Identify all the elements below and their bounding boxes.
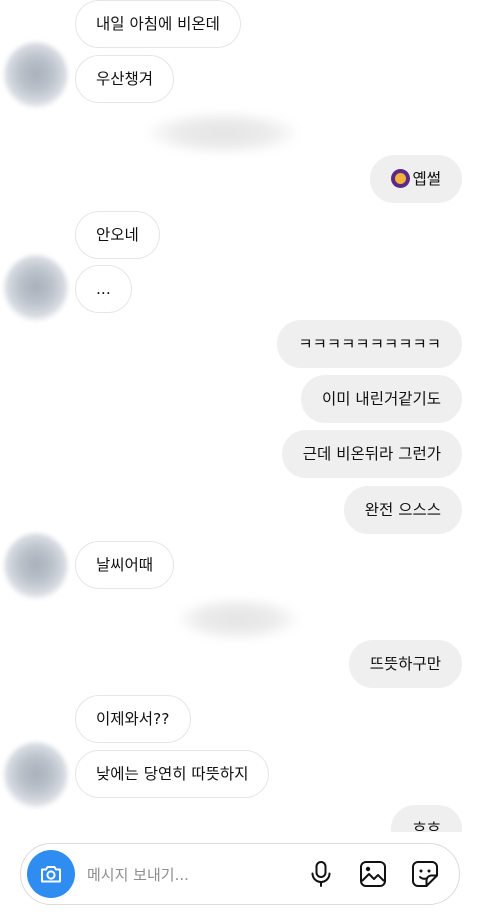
message-composer: [20, 843, 460, 905]
message-text: 근데 비온뒤라 그런가: [302, 445, 441, 463]
message-bubble-outgoing[interactable]: 흐흐: [391, 805, 462, 832]
message-bubble-incoming[interactable]: 이제와서??: [75, 695, 191, 743]
message-bubble-incoming[interactable]: 낮에는 당연히 따뜻하지: [75, 750, 270, 798]
sender-avatar[interactable]: [4, 742, 68, 808]
sender-avatar[interactable]: [4, 533, 68, 599]
message-bubble-outgoing[interactable]: ㅋㅋㅋㅋㅋㅋㅋㅋㅋㅋ: [277, 320, 462, 368]
blurred-timestamp: [148, 112, 298, 154]
dm-screen: 내일 아침에 비온데 우산챙겨 옙썰 안오네 ... ㅋㅋㅋㅋㅋㅋㅋㅋㅋㅋ 이미…: [0, 0, 480, 924]
message-text: 내일 아침에 비온데: [96, 15, 220, 33]
message-text: 안오네: [96, 226, 139, 244]
message-text: ...: [96, 280, 111, 298]
blurred-timestamp: [178, 598, 298, 640]
message-text: 완전 으스스: [364, 501, 441, 519]
message-bubble-incoming[interactable]: 안오네: [75, 211, 160, 259]
message-bubble-outgoing[interactable]: 이미 내린거같기도: [300, 375, 462, 423]
image-icon: [360, 861, 386, 887]
message-bubble-incoming[interactable]: 우산챙겨: [75, 55, 175, 103]
message-bubble-outgoing[interactable]: 옙썰: [370, 155, 462, 203]
message-bubble-outgoing[interactable]: 근데 비온뒤라 그런가: [281, 430, 462, 478]
message-bubble-incoming[interactable]: ...: [75, 265, 132, 313]
message-text: 옙썰: [412, 170, 441, 188]
gallery-button[interactable]: [357, 858, 389, 890]
message-input[interactable]: [85, 858, 299, 892]
sticker-emoji-icon: [391, 169, 411, 188]
sticker-icon: [412, 861, 438, 887]
message-bubble-incoming[interactable]: 날씨어때: [75, 541, 175, 589]
message-text: ㅋㅋㅋㅋㅋㅋㅋㅋㅋㅋ: [298, 335, 441, 353]
sender-avatar[interactable]: [4, 42, 68, 108]
camera-button[interactable]: [27, 850, 75, 898]
message-text: 날씨어때: [96, 556, 154, 574]
message-text: 우산챙겨: [96, 70, 154, 88]
message-bubble-incoming[interactable]: 내일 아침에 비온데: [75, 0, 241, 48]
microphone-button[interactable]: [305, 858, 337, 890]
message-text: 흐흐: [412, 820, 441, 832]
sticker-button[interactable]: [409, 858, 441, 890]
microphone-icon: [311, 861, 331, 887]
message-bubble-outgoing[interactable]: 뜨뜻하구만: [348, 640, 462, 688]
message-thread[interactable]: 내일 아침에 비온데 우산챙겨 옙썰 안오네 ... ㅋㅋㅋㅋㅋㅋㅋㅋㅋㅋ 이미…: [0, 0, 480, 832]
message-text: 뜨뜻하구만: [369, 655, 441, 673]
message-text: 이미 내린거같기도: [321, 390, 441, 408]
sender-avatar[interactable]: [4, 255, 68, 321]
message-text: 낮에는 당연히 따뜻하지: [96, 765, 249, 783]
message-bubble-outgoing[interactable]: 완전 으스스: [343, 486, 462, 534]
message-text: 이제와서??: [96, 710, 170, 728]
camera-icon: [41, 866, 61, 883]
